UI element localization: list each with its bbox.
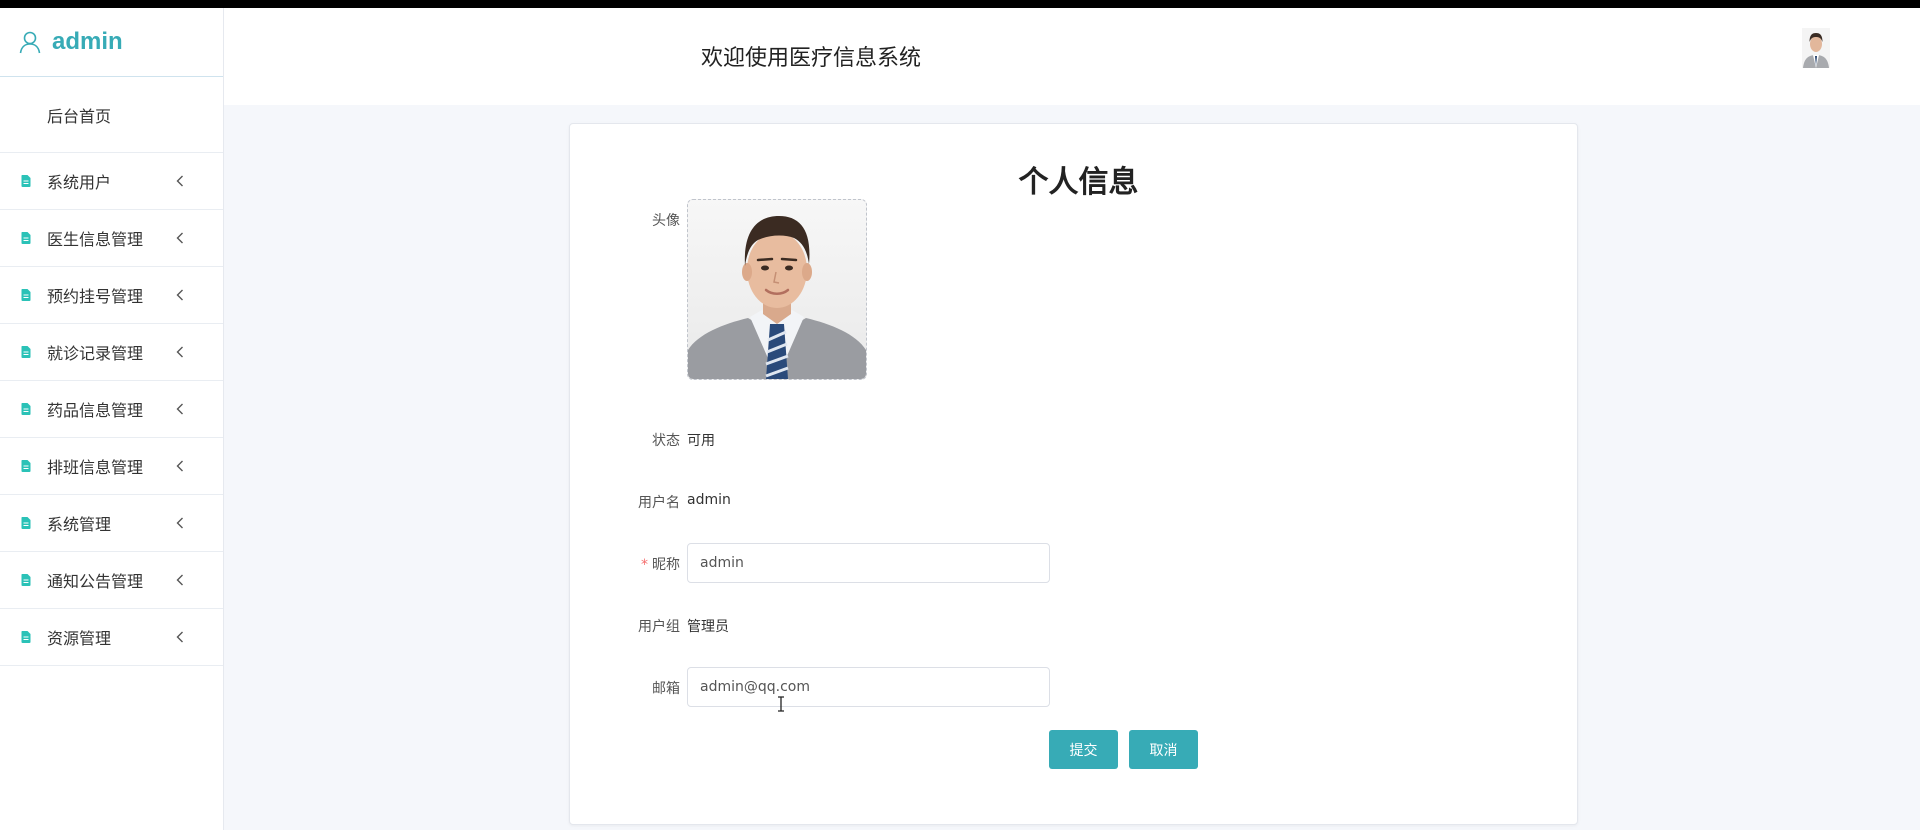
brand-name: admin bbox=[52, 28, 123, 55]
document-icon bbox=[21, 574, 31, 586]
sidebar-item-label: 就诊记录管理 bbox=[47, 344, 144, 363]
sidebar-item[interactable]: 资源管理 bbox=[0, 609, 223, 666]
sidebar-item[interactable]: 就诊记录管理 bbox=[0, 324, 223, 381]
email-label: 邮箱 bbox=[652, 681, 680, 697]
chevron-left-icon bbox=[176, 403, 183, 415]
email-input[interactable] bbox=[687, 667, 1050, 707]
group-value: 管理员 bbox=[687, 619, 729, 635]
sidebar-brand[interactable]: admin bbox=[0, 8, 223, 77]
submit-button[interactable]: 提交 bbox=[1049, 730, 1118, 769]
chevron-left-icon bbox=[176, 289, 183, 301]
nickname-label: * 昵称 bbox=[570, 554, 680, 574]
sidebar-item-label: 预约挂号管理 bbox=[47, 287, 144, 306]
nickname-label-text: 昵称 bbox=[652, 557, 680, 573]
chevron-left-icon bbox=[176, 175, 183, 187]
avatar[interactable] bbox=[1802, 28, 1830, 68]
sidebar-item[interactable]: 医生信息管理 bbox=[0, 210, 223, 267]
profile-title: 个人信息 bbox=[1018, 165, 1139, 200]
document-icon bbox=[21, 175, 31, 187]
sidebar: admin 后台首页 系统用户医生信息管理 预约挂号管理 就诊记录管理 药品信息管理排… bbox=[0, 8, 224, 830]
document-icon bbox=[21, 403, 31, 415]
sidebar-item-label: 后台首页 bbox=[47, 106, 112, 126]
chevron-left-icon bbox=[176, 517, 183, 529]
document-icon bbox=[21, 631, 31, 643]
username-label: 用户名 bbox=[638, 495, 680, 511]
document-icon bbox=[21, 346, 31, 358]
sidebar-item-label: 医生信息管理 bbox=[47, 230, 144, 249]
sidebar-item[interactable]: 系统管理 bbox=[0, 495, 223, 552]
chevron-left-icon bbox=[176, 631, 183, 643]
sidebar-item-home[interactable]: 后台首页 bbox=[0, 77, 223, 153]
group-label: 用户组 bbox=[638, 619, 680, 635]
person-photo-icon bbox=[688, 200, 866, 379]
text-cursor-icon bbox=[778, 696, 784, 712]
sidebar-item-label: 资源管理 bbox=[47, 629, 112, 648]
sidebar-item-label: 系统管理 bbox=[47, 515, 112, 534]
required-mark: * bbox=[641, 557, 648, 573]
screen-top-border bbox=[0, 0, 1920, 8]
sidebar-item[interactable]: 系统用户 bbox=[0, 153, 223, 210]
sidebar-item-label: 药品信息管理 bbox=[47, 401, 144, 420]
avatar-upload[interactable] bbox=[687, 199, 867, 380]
top-header: 欢迎使用医疗信息系统 bbox=[224, 8, 1920, 105]
document-icon bbox=[21, 289, 31, 301]
sidebar-item-label: 系统用户 bbox=[47, 173, 112, 192]
user-icon bbox=[19, 31, 41, 54]
sidebar-item-label: 通知公告管理 bbox=[47, 572, 144, 591]
chevron-left-icon bbox=[176, 232, 183, 244]
sidebar-menu: 系统用户医生信息管理 预约挂号管理 就诊记录管理 药品信息管理 排班信息管理 系统管理通知… bbox=[0, 153, 223, 666]
sidebar-item[interactable]: 预约挂号管理 bbox=[0, 267, 223, 324]
chevron-left-icon bbox=[176, 574, 183, 586]
sidebar-item-label: 排班信息管理 bbox=[47, 458, 144, 477]
cancel-button[interactable]: 取消 bbox=[1129, 730, 1198, 769]
page-welcome-title: 欢迎使用医疗信息系统 bbox=[701, 46, 922, 71]
profile-card: 个人信息 头像 状态 可用 用户名 admin * 昵称 admin 用户组 管… bbox=[569, 123, 1578, 825]
document-icon bbox=[21, 460, 31, 472]
nickname-input[interactable] bbox=[687, 543, 1050, 583]
chevron-left-icon bbox=[176, 460, 183, 472]
sidebar-item[interactable]: 药品信息管理 bbox=[0, 381, 223, 438]
sidebar-item[interactable]: 排班信息管理 bbox=[0, 438, 223, 495]
chevron-left-icon bbox=[176, 346, 183, 358]
status-value: 可用 bbox=[687, 433, 715, 449]
sidebar-item[interactable]: 通知公告管理 bbox=[0, 552, 223, 609]
username-value: admin bbox=[687, 492, 731, 508]
status-label: 状态 bbox=[652, 433, 680, 449]
avatar-label: 头像 bbox=[652, 213, 680, 229]
document-icon bbox=[21, 232, 31, 244]
document-icon bbox=[21, 517, 31, 529]
sidebar-nav: 后台首页 bbox=[0, 77, 223, 153]
